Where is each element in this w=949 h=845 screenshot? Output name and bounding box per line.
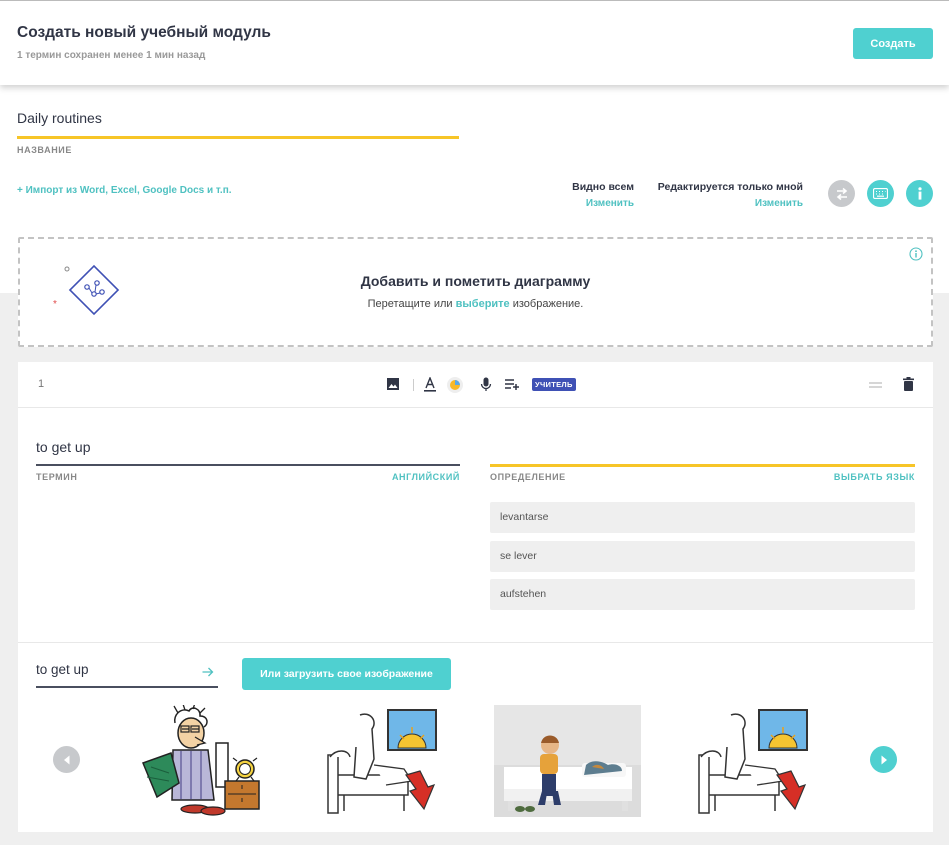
diagram-subtitle-tail: изображение.	[509, 298, 584, 310]
sketch-bed-sunrise-image	[327, 709, 437, 814]
chevron-left-icon	[63, 755, 69, 764]
trash-icon[interactable]	[903, 377, 914, 391]
definition-suggestion[interactable]: levantarse	[490, 502, 915, 533]
term-underline	[36, 464, 460, 466]
diagram-icon: *	[53, 264, 120, 316]
keyboard-icon	[873, 188, 888, 199]
prev-images-button[interactable]	[53, 746, 80, 773]
card-divider	[18, 642, 933, 643]
image-result-sketch-1[interactable]	[324, 705, 439, 817]
term-input[interactable]: to get up	[36, 439, 91, 455]
image-result-child-photo[interactable]	[494, 705, 641, 817]
image-search-underline	[36, 686, 218, 688]
teacher-badge[interactable]: УЧИТЕЛЬ	[532, 378, 576, 391]
top-header: Создать новый учебный модуль 1 термин со…	[0, 0, 949, 85]
title-underline	[17, 136, 459, 139]
toolbar-divider	[413, 379, 414, 391]
visibility-change-link[interactable]: Изменить	[586, 198, 634, 209]
definition-suggestion[interactable]: se lever	[490, 541, 915, 572]
set-title-input[interactable]: Daily routines	[17, 110, 459, 126]
upload-image-button[interactable]: Или загрузить свое изображение	[242, 658, 451, 690]
term-card: 1 УЧИТЕЛЬ to get up ТЕРМИН АНГЛИЙСКИЙ ОП…	[18, 362, 933, 832]
choose-image-link[interactable]: выберите	[456, 298, 510, 310]
child-on-bed-photo	[494, 705, 641, 817]
cartoon-man-waking-image	[142, 702, 260, 816]
color-icon	[450, 380, 460, 390]
info-icon	[917, 187, 922, 200]
save-status: 1 термин сохранен менее 1 мин назад	[17, 50, 206, 61]
swap-button[interactable]	[828, 180, 855, 207]
keyboard-button[interactable]	[867, 180, 894, 207]
create-button[interactable]: Создать	[853, 28, 933, 59]
swap-icon	[836, 187, 847, 200]
term-language-link[interactable]: АНГЛИЙСКИЙ	[390, 472, 460, 482]
title-label: НАЗВАНИЕ	[17, 145, 72, 155]
card-divider	[18, 407, 933, 408]
add-list-icon[interactable]	[504, 378, 520, 390]
definition-language-link[interactable]: ВЫБРАТЬ ЯЗЫК	[798, 472, 915, 482]
image-icon[interactable]	[386, 377, 400, 391]
drag-handle-icon[interactable]	[869, 382, 882, 388]
definition-underline[interactable]	[490, 464, 915, 467]
editing-label: Редактируется только мной	[657, 181, 803, 193]
diagram-subtitle-text: Перетащите или	[367, 298, 456, 310]
editing-change-link[interactable]: Изменить	[755, 198, 803, 209]
diagram-title: Добавить и пометить диаграмму	[360, 273, 591, 289]
visibility-label: Видно всем	[572, 181, 634, 193]
term-label: ТЕРМИН	[36, 472, 78, 482]
next-images-button[interactable]	[870, 746, 897, 773]
definition-label: ОПРЕДЕЛЕНИЕ	[490, 472, 566, 482]
definition-suggestion[interactable]: aufstehen	[490, 579, 915, 610]
chevron-right-icon	[881, 755, 887, 764]
info-icon[interactable]	[909, 247, 923, 261]
page-title: Создать новый учебный модуль	[17, 24, 271, 41]
microphone-icon[interactable]	[480, 377, 492, 392]
diagram-subtitle: Перетащите или выберите изображение.	[20, 298, 931, 310]
image-result-sketch-2[interactable]	[695, 705, 810, 817]
diagram-dropzone[interactable]: * Добавить и пометить диаграмму Перетащи…	[18, 237, 933, 347]
import-link[interactable]: + Импорт из Word, Excel, Google Docs и т…	[17, 185, 232, 196]
info-button[interactable]	[906, 180, 933, 207]
card-number: 1	[38, 378, 45, 390]
text-format-icon[interactable]	[423, 377, 437, 392]
color-button[interactable]	[447, 377, 463, 393]
arrow-right-icon[interactable]	[202, 667, 214, 677]
image-search-input[interactable]: to get up	[36, 662, 89, 677]
image-result-cartoon-man[interactable]	[133, 702, 263, 817]
sketch-bed-sunrise-image-2	[698, 709, 808, 814]
